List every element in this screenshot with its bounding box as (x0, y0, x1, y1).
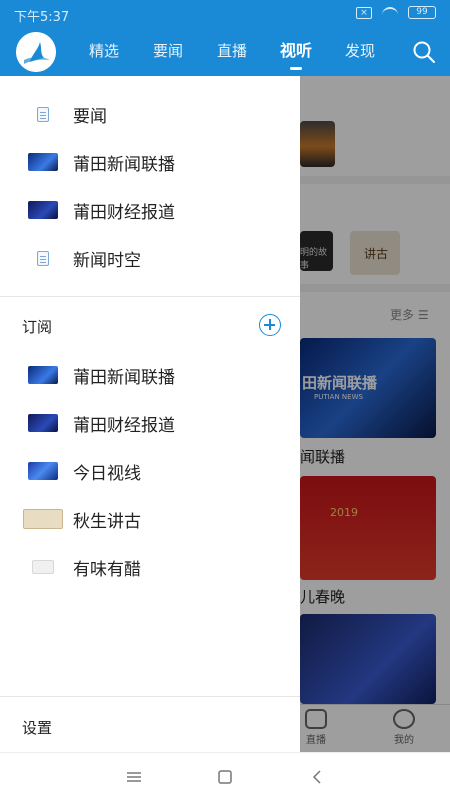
subscribe-item-putian-finance[interactable]: 莆田财经报道 (0, 399, 300, 447)
drawer-scrim[interactable] (300, 76, 450, 752)
drawer-item-news-spacetime[interactable]: 新闻时空 (0, 234, 300, 282)
app-logo[interactable] (16, 32, 56, 72)
status-icons: × 99 (356, 6, 436, 19)
side-drawer: 要闻 莆田新闻联播 莆田财经报道 新闻时空 订阅 莆田新闻联播 莆田财经报道 今… (0, 76, 300, 752)
subscribe-title: 订阅 (22, 318, 53, 336)
drawer-item-putian-finance[interactable]: 莆田财经报道 (0, 186, 300, 234)
sim-icon: × (356, 6, 372, 19)
system-nav-bar (0, 752, 450, 800)
back-icon[interactable] (308, 767, 328, 787)
subscribe-item-today-view[interactable]: 今日视线 (0, 447, 300, 495)
document-icon (37, 106, 49, 122)
search-icon[interactable] (412, 40, 436, 64)
settings-button[interactable]: 设置 (22, 717, 52, 738)
thumbnail-icon (28, 201, 58, 219)
add-subscription-button[interactable] (259, 314, 281, 336)
menu-icon[interactable] (124, 767, 144, 787)
top-nav: 精选 要闻 直播 视听 发现 (72, 28, 392, 76)
thumbnail-icon (28, 153, 58, 171)
status-bar: 下午5:37 × 99 (0, 0, 450, 28)
home-icon[interactable] (215, 767, 235, 787)
divider (0, 696, 300, 697)
tab-featured[interactable]: 精选 (72, 28, 136, 76)
battery-icon: 99 (408, 6, 436, 19)
document-icon (37, 250, 49, 266)
tab-audiovisual[interactable]: 视听 (264, 28, 328, 76)
top-header: 精选 要闻 直播 视听 发现 (0, 28, 450, 76)
tab-live[interactable]: 直播 (200, 28, 264, 76)
subscribe-item-qiusheng-story[interactable]: 秋生讲古 (0, 495, 300, 543)
status-time: 下午5:37 (14, 10, 70, 25)
subscribe-item-putian-news[interactable]: 莆田新闻联播 (0, 351, 300, 399)
divider (0, 296, 300, 297)
thumbnail-icon (28, 414, 58, 432)
tab-headlines[interactable]: 要闻 (136, 28, 200, 76)
tab-discover[interactable]: 发现 (328, 28, 392, 76)
wifi-icon (382, 6, 398, 19)
drawer-item-headlines[interactable]: 要闻 (0, 90, 300, 138)
thumbnail-icon (32, 560, 54, 574)
thumbnail-icon (23, 509, 63, 529)
subscribe-item-flavor[interactable]: 有味有醋 (0, 543, 300, 591)
thumbnail-icon (28, 462, 58, 480)
drawer-item-putian-news[interactable]: 莆田新闻联播 (0, 138, 300, 186)
thumbnail-icon (28, 366, 58, 384)
